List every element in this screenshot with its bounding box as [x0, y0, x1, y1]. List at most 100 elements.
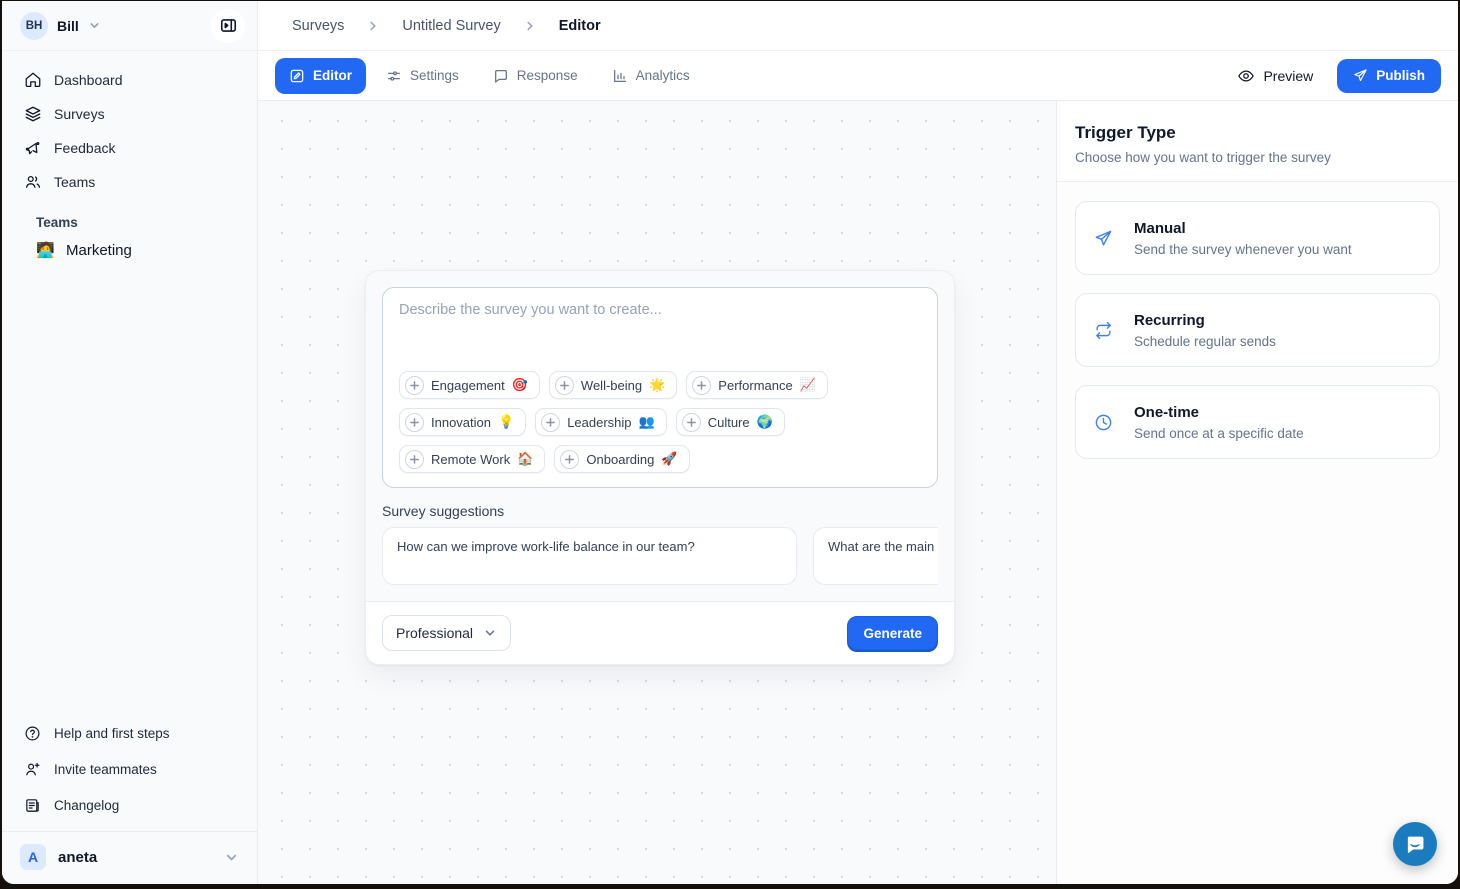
send-icon: [1353, 68, 1368, 83]
topic-chips: Engagement 🎯 Well-being 🌟: [399, 371, 921, 473]
users-icon: [24, 173, 42, 191]
breadcrumb-untitled-survey[interactable]: Untitled Survey: [402, 18, 500, 34]
trigger-panel-title: Trigger Type: [1075, 123, 1440, 143]
tab-response[interactable]: Response: [479, 58, 592, 94]
tab-settings[interactable]: Settings: [372, 58, 473, 94]
tab-editor[interactable]: Editor: [275, 58, 366, 94]
tab-label: Response: [517, 68, 578, 83]
chevron-right-icon: [366, 19, 380, 33]
plus-icon: [682, 413, 701, 432]
suggestions-title: Survey suggestions: [382, 503, 938, 519]
sidebar-item-label: Teams: [54, 174, 95, 190]
plus-icon: [405, 376, 424, 395]
sidebar-item-changelog[interactable]: Changelog: [14, 787, 245, 823]
tone-value: Professional: [396, 625, 473, 641]
sidebar-collapse-button[interactable]: [211, 9, 245, 43]
tone-select[interactable]: Professional: [382, 615, 511, 651]
suggestion-card[interactable]: What are the main ob: [813, 527, 938, 585]
clock-icon: [1094, 413, 1113, 432]
panel-collapse-icon: [219, 16, 238, 35]
eye-icon: [1237, 67, 1255, 85]
chip-label: Culture: [708, 415, 750, 430]
team-item-label: Marketing: [66, 242, 132, 259]
trigger-option-description: Send the survey whenever you want: [1134, 242, 1352, 257]
chevron-down-icon: [483, 626, 497, 640]
editor-content: Engagement 🎯 Well-being 🌟: [258, 101, 1458, 884]
tab-analytics[interactable]: Analytics: [598, 58, 704, 94]
composer-body: Engagement 🎯 Well-being 🌟: [366, 271, 954, 585]
edit-icon: [289, 68, 305, 84]
trigger-panel-header: Trigger Type Choose how you want to trig…: [1057, 101, 1458, 182]
chevron-down-icon: [224, 850, 239, 865]
workspace-switcher[interactable]: BH Bill: [2, 1, 257, 51]
rocket-emoji-icon: 🚀: [661, 451, 677, 467]
teams-section-header: Teams: [36, 215, 245, 230]
chip-well-being[interactable]: Well-being 🌟: [549, 371, 677, 399]
breadcrumb: Surveys Untitled Survey Editor: [258, 1, 1458, 51]
repeat-icon: [1094, 321, 1113, 340]
changelog-icon: [24, 797, 41, 814]
chip-leadership[interactable]: Leadership 👥: [535, 408, 667, 436]
trigger-options: Manual Send the survey whenever you want…: [1057, 182, 1458, 478]
sidebar-item-teams[interactable]: Teams: [14, 165, 245, 199]
chat-launcher-button[interactable]: [1393, 822, 1437, 866]
bar-chart-icon: [612, 68, 628, 84]
trigger-option-description: Schedule regular sends: [1134, 334, 1276, 349]
plus-icon: [405, 413, 424, 432]
user-menu[interactable]: A aneta: [2, 831, 257, 884]
chip-culture[interactable]: Culture 🌍: [676, 408, 785, 436]
trigger-option-description: Send once at a specific date: [1134, 426, 1304, 441]
megaphone-icon: [24, 139, 42, 157]
footer-item-label: Changelog: [54, 798, 119, 813]
trigger-option-manual[interactable]: Manual Send the survey whenever you want: [1075, 201, 1440, 275]
footer-item-label: Help and first steps: [54, 726, 170, 741]
sidebar-item-help[interactable]: Help and first steps: [14, 715, 245, 751]
sidebar-item-team-marketing[interactable]: 🧑‍💻 Marketing: [26, 234, 233, 266]
plus-icon: [560, 450, 579, 469]
plus-icon: [541, 413, 560, 432]
dart-emoji-icon: 🎯: [512, 377, 528, 393]
breadcrumb-surveys[interactable]: Surveys: [292, 18, 344, 34]
window-frame: BH Bill Dashboard Surveys Feedback T: [0, 0, 1460, 889]
sidebar-item-surveys[interactable]: Surveys: [14, 97, 245, 131]
publish-label: Publish: [1376, 68, 1425, 83]
sidebar-item-invite[interactable]: Invite teammates: [14, 751, 245, 787]
chip-performance[interactable]: Performance 📈: [686, 371, 828, 399]
workspace-name: Bill: [57, 18, 79, 34]
chat-icon: [493, 68, 509, 84]
survey-description-input[interactable]: [399, 302, 921, 364]
plus-icon: [692, 376, 711, 395]
layers-icon: [24, 105, 42, 123]
sidebar-nav: Dashboard Surveys Feedback Teams Teams 🧑…: [2, 51, 257, 266]
trigger-option-title: Recurring: [1134, 312, 1276, 329]
plus-icon: [555, 376, 574, 395]
trigger-option-recurring[interactable]: Recurring Schedule regular sends: [1075, 293, 1440, 367]
sidebar-item-dashboard[interactable]: Dashboard: [14, 63, 245, 97]
chip-remote-work[interactable]: Remote Work 🏠: [399, 445, 545, 473]
suggestion-card[interactable]: How can we improve work-life balance in …: [382, 527, 797, 585]
globe-emoji-icon: 🌍: [757, 414, 773, 430]
sidebar-item-label: Feedback: [54, 140, 115, 156]
generate-button[interactable]: Generate: [847, 616, 938, 650]
editor-canvas[interactable]: Engagement 🎯 Well-being 🌟: [258, 101, 1056, 884]
workspace-avatar: BH: [20, 12, 48, 40]
chip-label: Performance: [718, 378, 792, 393]
sliders-icon: [386, 68, 402, 84]
sidebar-item-feedback[interactable]: Feedback: [14, 131, 245, 165]
app-window: BH Bill Dashboard Surveys Feedback T: [2, 1, 1458, 884]
bulb-emoji-icon: 💡: [498, 414, 514, 430]
publish-button[interactable]: Publish: [1337, 59, 1441, 93]
sidebar-footer: Help and first steps Invite teammates Ch…: [2, 707, 257, 823]
plus-icon: [405, 450, 424, 469]
home-icon: [24, 71, 42, 89]
chip-onboarding[interactable]: Onboarding 🚀: [554, 445, 689, 473]
chip-engagement[interactable]: Engagement 🎯: [399, 371, 540, 399]
sidebar-item-label: Dashboard: [54, 72, 123, 88]
trigger-option-title: Manual: [1134, 220, 1352, 237]
trigger-option-one-time[interactable]: One-time Send once at a specific date: [1075, 385, 1440, 459]
chip-label: Leadership: [567, 415, 631, 430]
chip-innovation[interactable]: Innovation 💡: [399, 408, 526, 436]
composer-footer: Professional Generate: [366, 601, 954, 664]
preview-button[interactable]: Preview: [1229, 67, 1321, 85]
user-name: aneta: [58, 849, 97, 866]
